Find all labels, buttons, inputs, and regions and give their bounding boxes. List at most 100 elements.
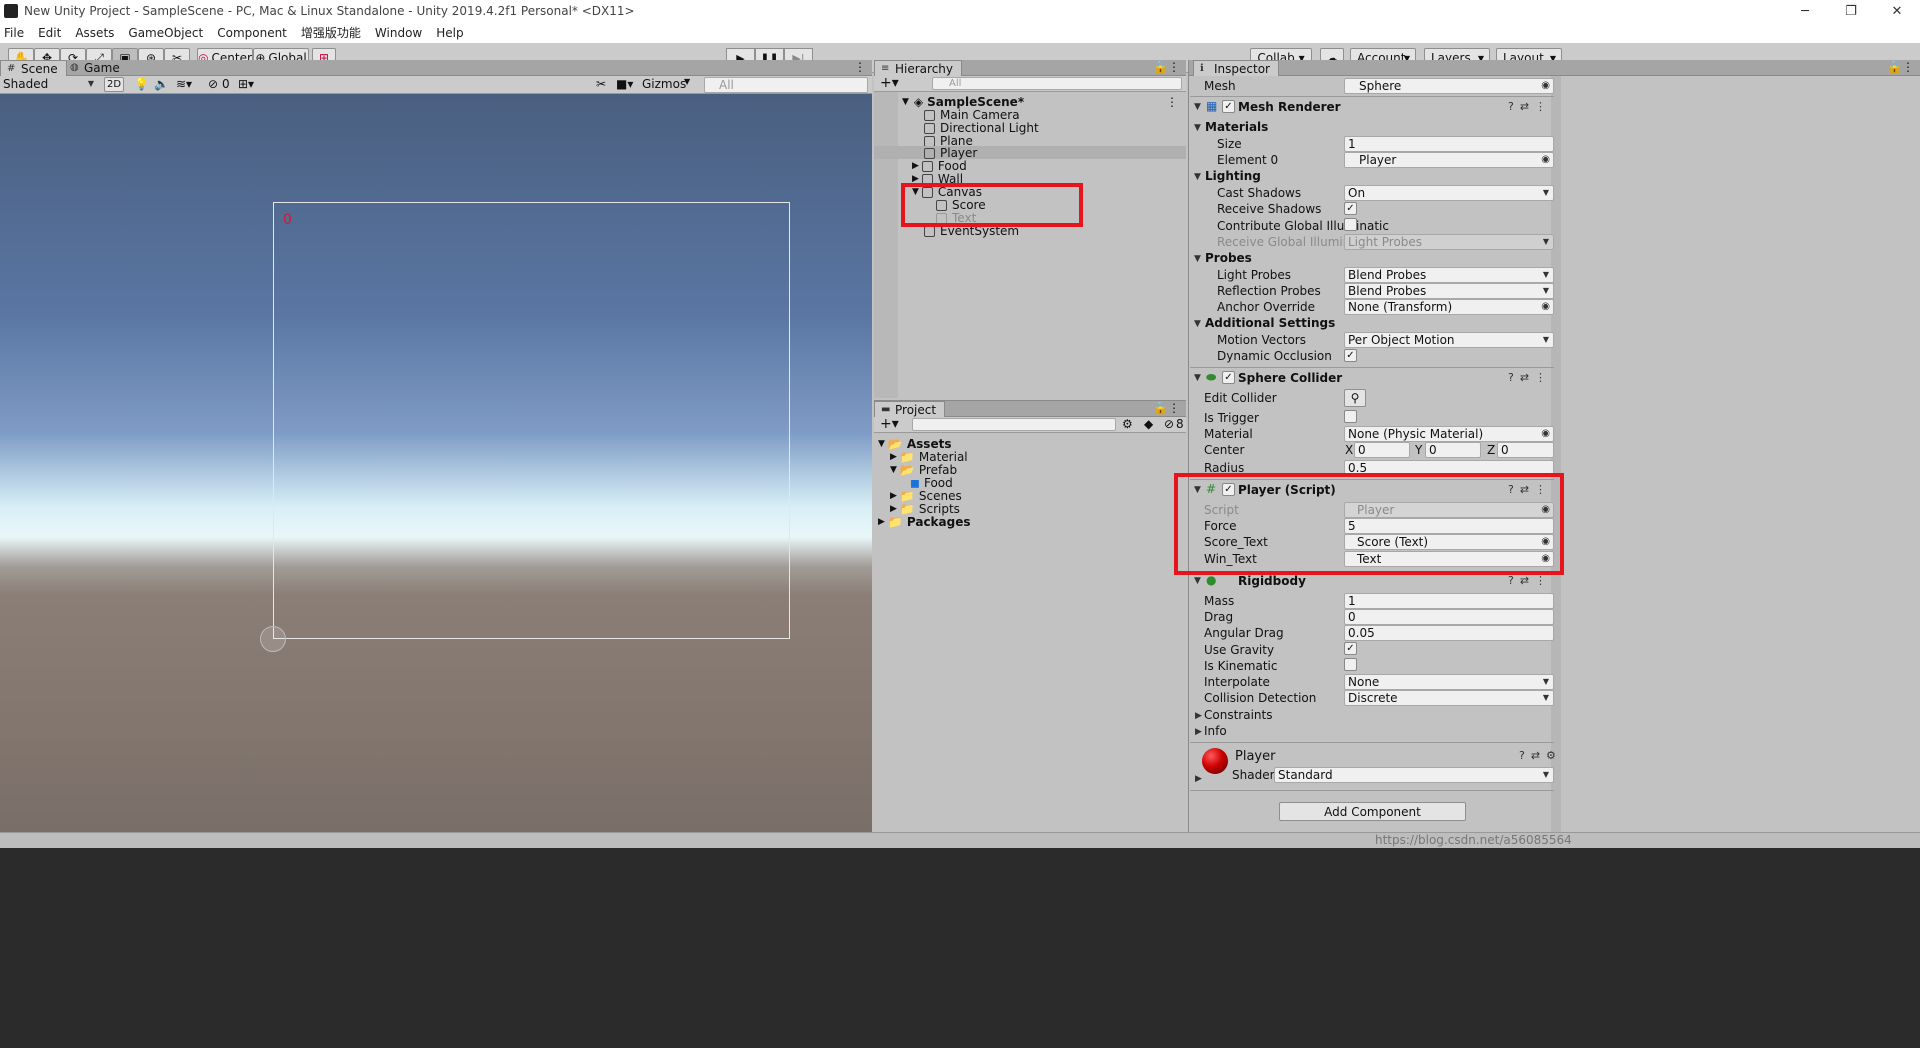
filter-label-icon[interactable]: ◆	[1144, 417, 1153, 431]
tab-project[interactable]: ▬ Project	[874, 401, 946, 417]
reflection-probes-dropdown[interactable]: Blend Probes	[1344, 283, 1554, 299]
maximize-icon[interactable]: ❐	[1828, 0, 1874, 22]
collision-detection-dropdown[interactable]: Discrete	[1344, 690, 1554, 706]
contribute-gi-label: Contribute Global Illuminatic	[1217, 219, 1389, 233]
drag-field[interactable]: 0	[1344, 609, 1554, 625]
element0-field[interactable]: Player	[1344, 152, 1554, 168]
camera-icon[interactable]: ■▾	[616, 77, 633, 91]
tab-game-label: Game	[84, 61, 120, 75]
mass-label: Mass	[1204, 594, 1235, 608]
material-header-icons[interactable]: ?⇄⚙	[1519, 749, 1562, 762]
dynamic-occlusion-checkbox[interactable]: ✓	[1344, 349, 1357, 362]
menu-gameobject[interactable]: GameObject	[128, 26, 203, 40]
filter-type-icon[interactable]: ⚙	[1122, 417, 1133, 431]
lock-icon[interactable]: 🔒	[1153, 60, 1168, 74]
center-y-field[interactable]: 0	[1425, 442, 1481, 458]
collision-detection-label: Collision Detection	[1204, 691, 1317, 705]
gameobject-icon	[924, 225, 935, 237]
menu-edit[interactable]: Edit	[38, 26, 61, 40]
window-titlebar: New Unity Project - SampleScene - PC, Ma…	[0, 0, 1920, 22]
motion-vectors-dropdown[interactable]: Per Object Motion	[1344, 332, 1554, 348]
tab-inspector-label: Inspector	[1214, 61, 1270, 76]
tab-scene-label: Scene	[21, 61, 58, 76]
lighting-icon[interactable]: 💡	[134, 77, 149, 91]
contribute-gi-checkbox[interactable]	[1344, 218, 1357, 231]
rigidbody-icon: ●	[1206, 573, 1217, 587]
mesh-field[interactable]: Sphere	[1344, 78, 1554, 94]
edit-collider-button[interactable]: ⚲	[1344, 389, 1366, 407]
angular-drag-field[interactable]: 0.05	[1344, 625, 1554, 641]
tools-icon[interactable]: ✂	[596, 77, 606, 91]
shader-dropdown[interactable]: Standard	[1274, 767, 1554, 783]
tab-hierarchy[interactable]: ≡ Hierarchy	[874, 60, 963, 76]
project-packages-folder[interactable]: ▶ 📁 Packages	[878, 514, 971, 530]
component-header-icons[interactable]: ?⇄⋮	[1508, 371, 1552, 384]
receive-shadows-checkbox[interactable]: ✓	[1344, 202, 1357, 215]
center-z-field[interactable]: 0	[1497, 442, 1554, 458]
mass-field[interactable]: 1	[1344, 593, 1554, 609]
mode-2d-toggle[interactable]: 2D	[104, 77, 124, 92]
create-icon[interactable]: +▾	[880, 417, 899, 431]
folder-label: Packages	[906, 515, 971, 529]
lock-icon[interactable]: 🔒	[1153, 401, 1168, 415]
panel-menu-icon[interactable]: ⋮	[854, 60, 866, 74]
minimize-icon[interactable]: ─	[1782, 0, 1828, 22]
panel-menu-icon[interactable]: ⋮	[1902, 60, 1914, 74]
hierarchy-search-input[interactable]: All	[932, 77, 1182, 90]
grid-snap-icon[interactable]: ⊞▾	[238, 77, 254, 91]
info-foldout[interactable]: Info	[1204, 724, 1227, 738]
shading-mode-dropdown[interactable]: Shaded	[0, 77, 98, 93]
additional-settings-foldout[interactable]: Additional Settings	[1205, 316, 1335, 330]
hidden-objects-icon[interactable]: ⊘	[208, 77, 218, 91]
menu-window[interactable]: Window	[375, 26, 422, 40]
tab-inspector[interactable]: ℹ Inspector	[1193, 60, 1279, 76]
probes-foldout[interactable]: Probes	[1205, 251, 1252, 265]
menu-assets[interactable]: Assets	[75, 26, 114, 40]
sphere-collider-enabled-checkbox[interactable]: ✓	[1222, 371, 1235, 384]
taskbar	[0, 848, 1920, 1048]
interpolate-dropdown[interactable]: None	[1344, 674, 1554, 690]
menu-file[interactable]: File	[4, 26, 24, 40]
materials-foldout[interactable]: Materials	[1205, 120, 1268, 134]
gizmos-dropdown[interactable]: Gizmos	[642, 77, 686, 91]
folder-icon: 📁	[887, 515, 903, 529]
menu-help[interactable]: Help	[436, 26, 463, 40]
shader-label: Shader	[1232, 768, 1275, 782]
collider-material-field[interactable]: None (Physic Material)	[1344, 426, 1554, 442]
use-gravity-checkbox[interactable]: ✓	[1344, 642, 1357, 655]
create-icon[interactable]: +▾	[880, 76, 899, 90]
component-header-icons[interactable]: ?⇄⋮	[1508, 574, 1552, 587]
cast-shadows-dropdown[interactable]: On	[1344, 185, 1554, 201]
light-probes-dropdown[interactable]: Blend Probes	[1344, 267, 1554, 283]
scene-viewport[interactable]: 0	[0, 94, 872, 832]
tab-scene[interactable]: # Scene	[0, 60, 67, 76]
mesh-renderer-enabled-checkbox[interactable]: ✓	[1222, 100, 1235, 113]
is-kinematic-checkbox[interactable]	[1344, 658, 1357, 671]
panel-menu-icon[interactable]: ⋮	[1168, 60, 1180, 74]
anchor-override-field[interactable]: None (Transform)	[1344, 299, 1554, 315]
receive-shadows-label: Receive Shadows	[1217, 202, 1322, 216]
tab-game[interactable]: ◍ Game	[64, 60, 128, 76]
is-trigger-label: Is Trigger	[1204, 411, 1259, 425]
lock-icon[interactable]: 🔒	[1887, 60, 1902, 74]
component-header-icons[interactable]: ?⇄⋮	[1508, 100, 1552, 113]
effects-icon[interactable]: ≋▾	[176, 77, 192, 91]
close-icon[interactable]: ✕	[1874, 0, 1920, 22]
is-kinematic-label: Is Kinematic	[1204, 659, 1278, 673]
audio-icon[interactable]: 🔈	[154, 77, 169, 91]
constraints-foldout[interactable]: Constraints	[1204, 708, 1272, 722]
panel-menu-icon[interactable]: ⋮	[1168, 401, 1180, 415]
lighting-foldout[interactable]: Lighting	[1205, 169, 1261, 183]
project-search-input[interactable]	[912, 418, 1116, 431]
is-trigger-checkbox[interactable]	[1344, 410, 1357, 423]
gameobject-icon	[924, 147, 935, 159]
menu-component[interactable]: Component	[217, 26, 287, 40]
hidden-packages-icon[interactable]: ⊘	[1164, 417, 1174, 431]
scene-search-input[interactable]: All	[704, 77, 868, 93]
add-component-button[interactable]: Add Component	[1279, 802, 1466, 821]
gameobject-icon	[924, 109, 935, 121]
menu-enhanced[interactable]: 增强版功能	[301, 24, 361, 41]
mesh-label: Mesh	[1204, 79, 1236, 93]
center-x-field[interactable]: 0	[1354, 442, 1410, 458]
materials-size-field[interactable]: 1	[1344, 136, 1554, 152]
